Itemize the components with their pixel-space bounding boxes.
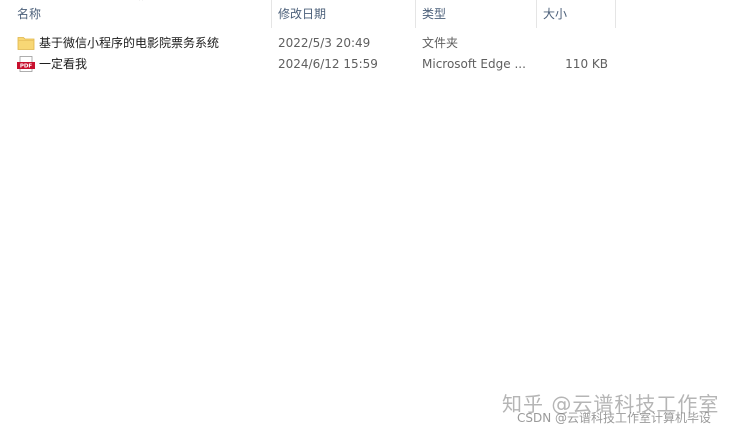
pdf-icon-label: PDF <box>20 64 33 70</box>
file-row[interactable]: PDF 一定看我 2024/6/12 15:59 Microsoft Edge … <box>0 54 740 75</box>
file-modified: 2022/5/3 20:49 <box>278 36 371 50</box>
column-header-size[interactable]: 大小 <box>537 0 615 28</box>
column-divider[interactable] <box>615 0 616 28</box>
folder-icon <box>17 37 35 50</box>
watermark-csdn: CSDN @云谱科技工作室计算机毕设 <box>517 411 712 425</box>
column-header-modified-label: 修改日期 <box>278 7 327 21</box>
column-header-name-label: 名称 <box>17 7 42 21</box>
file-row[interactable]: 基于微信小程序的电影院票务系统 2022/5/3 20:49 文件夹 <box>0 33 740 54</box>
column-header-bar: 名称 ⌃ 修改日期 类型 大小 <box>0 0 740 28</box>
column-header-size-label: 大小 <box>543 7 568 21</box>
file-type: 文件夹 <box>422 36 459 50</box>
sort-ascending-icon: ⌃ <box>137 0 146 8</box>
column-header-type[interactable]: 类型 <box>416 0 536 28</box>
file-name: 基于微信小程序的电影院票务系统 <box>39 36 220 50</box>
file-type: Microsoft Edge ... <box>422 57 526 71</box>
file-name: 一定看我 <box>39 57 88 71</box>
file-size: 110 KB <box>565 57 608 71</box>
column-header-modified[interactable]: 修改日期 <box>272 0 415 28</box>
file-size <box>540 33 608 54</box>
column-header-type-label: 类型 <box>422 7 447 21</box>
file-modified: 2024/6/12 15:59 <box>278 57 378 71</box>
pdf-icon: PDF <box>17 56 35 72</box>
